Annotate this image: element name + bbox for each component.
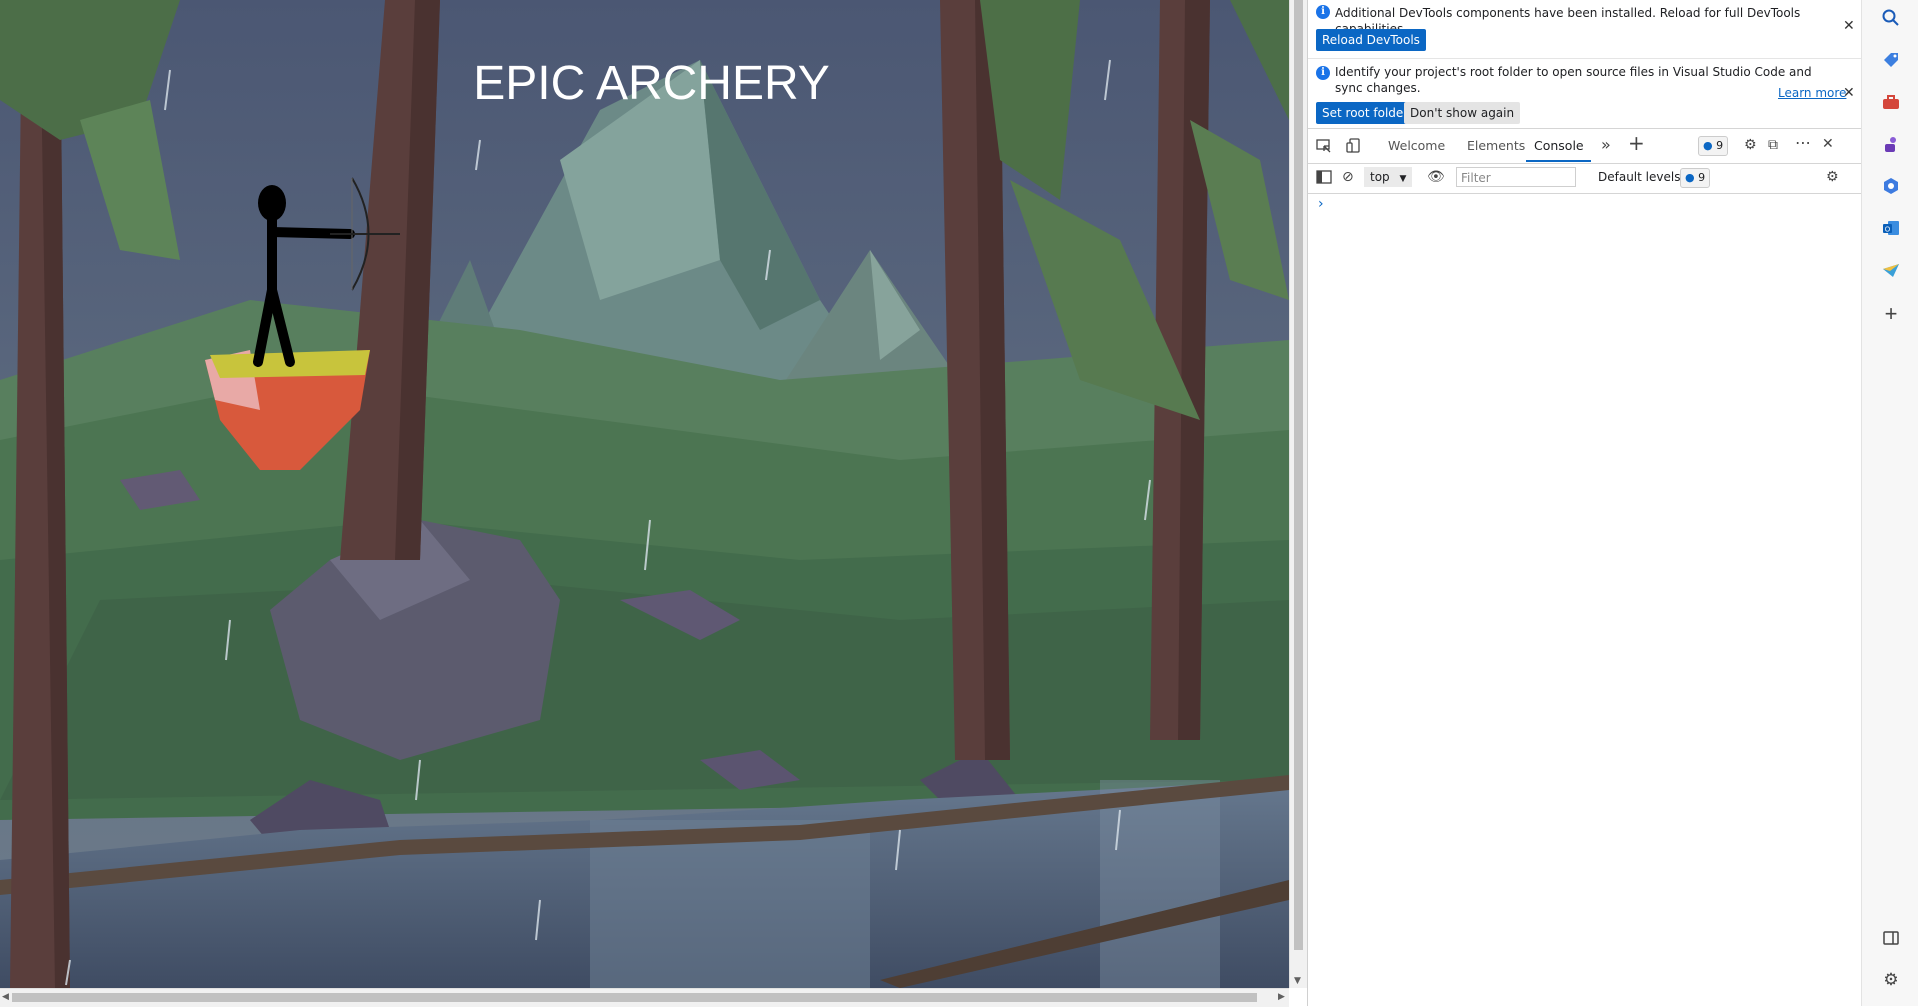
active-tab-indicator [1526, 160, 1591, 162]
chevron-down-icon: ▼ [1399, 174, 1407, 184]
copilot-icon[interactable] [1881, 176, 1901, 196]
tools-icon[interactable] [1881, 92, 1901, 112]
filter-input[interactable]: Filter [1456, 167, 1576, 187]
devtools-panel: i Additional DevTools components have be… [1308, 0, 1861, 1006]
send-icon[interactable] [1881, 260, 1901, 280]
shopping-tag-icon[interactable] [1881, 50, 1901, 70]
inspect-element-icon[interactable] [1316, 138, 1332, 158]
levels-label: Default levels [1598, 170, 1681, 184]
add-tab-icon[interactable]: + [1628, 133, 1645, 153]
notice-text-line1: Identify your project's root folder to o… [1335, 65, 1812, 79]
sidebar-layout-icon[interactable] [1881, 928, 1901, 948]
close-devtools-icon[interactable]: ✕ [1822, 136, 1834, 152]
scroll-left-icon[interactable]: ◀ [2, 992, 9, 1002]
tab-elements[interactable]: Elements [1467, 138, 1525, 153]
tab-welcome[interactable]: Welcome [1388, 138, 1445, 153]
browser-sidebar: O + ⚙ [1861, 0, 1918, 1006]
search-icon[interactable] [1881, 8, 1901, 28]
context-value: top [1370, 170, 1390, 184]
clear-console-icon[interactable]: ⊘ [1342, 169, 1354, 185]
issues-count: 9 [1716, 139, 1724, 152]
customize-icon[interactable]: ⧉ [1768, 137, 1778, 153]
console-prompt[interactable]: › [1318, 196, 1324, 212]
device-toolbar-icon[interactable] [1346, 138, 1362, 158]
issues-badge[interactable]: ● 9 [1698, 136, 1729, 156]
close-icon[interactable]: ✕ [1843, 86, 1855, 100]
game-viewport[interactable]: EPIC ARCHERY [0, 0, 1289, 988]
svg-text:O: O [1885, 227, 1891, 234]
set-root-folder-button[interactable]: Set root folder [1316, 102, 1415, 124]
more-options-icon[interactable]: ⋯ [1795, 135, 1811, 151]
games-icon[interactable] [1881, 134, 1901, 154]
add-icon[interactable]: + [1881, 303, 1901, 325]
issues-count: 9 [1698, 171, 1706, 184]
learn-more-link[interactable]: Learn more [1778, 86, 1846, 100]
sidebar-toggle-icon[interactable] [1316, 170, 1332, 188]
scroll-thumb[interactable] [1294, 0, 1303, 950]
dont-show-again-button[interactable]: Don't show again [1404, 102, 1521, 124]
eye-icon[interactable]: 👁 [1427, 169, 1445, 185]
horizontal-scrollbar[interactable]: ◀ ▶ [0, 988, 1289, 1007]
scroll-right-icon[interactable]: ▶ [1278, 992, 1285, 1002]
message-icon: ● [1685, 171, 1695, 184]
issues-badge[interactable]: ● 9 [1680, 168, 1711, 188]
message-icon: ● [1703, 139, 1713, 152]
info-icon: i [1316, 5, 1330, 19]
devtools-notice-root-folder: i Identify your project's root folder to… [1308, 58, 1861, 129]
context-selector[interactable]: top ▼ [1364, 167, 1413, 187]
info-icon: i [1316, 66, 1330, 80]
settings-gear-icon[interactable]: ⚙ [1881, 970, 1901, 990]
console-settings-icon[interactable]: ⚙ [1826, 169, 1839, 185]
notice-text-line2: sync changes. [1335, 81, 1421, 95]
console-toolbar: ⊘ top ▼ 👁 Filter Default levels ▼ ● 9 ⚙ [1308, 163, 1861, 194]
outlook-icon[interactable]: O [1881, 218, 1901, 238]
scroll-down-icon[interactable]: ▼ [1294, 976, 1301, 986]
more-tabs-icon[interactable]: » [1601, 137, 1611, 153]
forest-scene [0, 0, 1289, 988]
close-icon[interactable]: ✕ [1843, 19, 1855, 33]
game-title: EPIC ARCHERY [473, 57, 830, 110]
devtools-tabbar: Welcome Elements Console » + ● 9 ⚙ ⧉ ⋯ ✕ [1308, 128, 1861, 164]
vertical-scrollbar[interactable]: ▼ [1289, 0, 1308, 988]
settings-gear-icon[interactable]: ⚙ [1744, 137, 1757, 153]
tab-console[interactable]: Console [1534, 138, 1584, 153]
reload-devtools-button[interactable]: Reload DevTools [1316, 29, 1426, 51]
scroll-thumb[interactable] [12, 993, 1257, 1002]
devtools-notice-reload: i Additional DevTools components have be… [1308, 0, 1861, 56]
